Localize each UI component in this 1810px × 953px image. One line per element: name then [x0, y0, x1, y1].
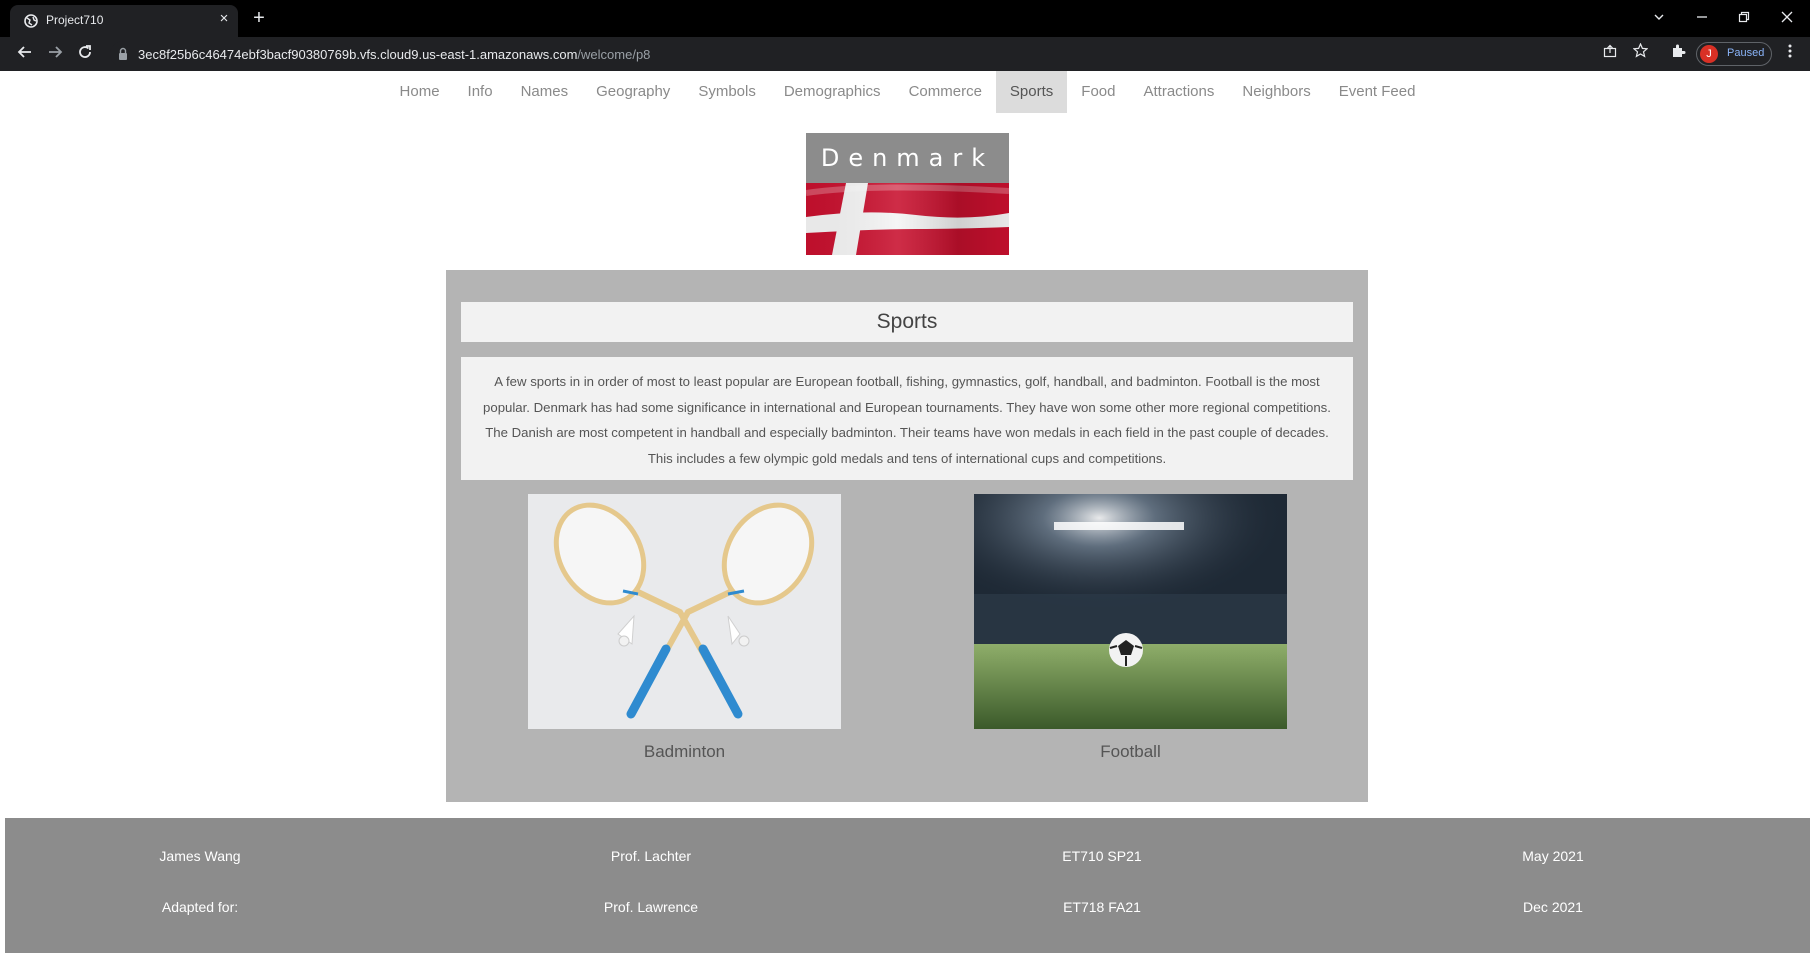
sports-panel: Sports A few sports in in order of most … [446, 270, 1368, 802]
footer-course: ET710 SP21 [1062, 848, 1142, 864]
site-nav: Home Info Names Geography Symbols Demogr… [5, 71, 1810, 113]
url-host: 3ec8f25b6c46474ebf3bacf90380769b.vfs.clo… [138, 47, 578, 62]
footer-date: May 2021 [1522, 848, 1584, 864]
globe-icon [24, 14, 38, 28]
footer-adapted-course: ET718 FA21 [1063, 899, 1141, 915]
reload-icon[interactable] [73, 42, 97, 66]
badminton-image [528, 494, 841, 729]
new-tab-button[interactable]: + [249, 8, 269, 28]
footer-adapted-label: Adapted for: [161, 899, 239, 915]
back-arrow-icon[interactable] [13, 42, 37, 66]
browser-window: Project710 × + 3ec8f25b6c46474ebf3bacf90… [0, 0, 1810, 953]
restore-icon[interactable] [1730, 6, 1758, 30]
browser-toolbar: 3ec8f25b6c46474ebf3bacf90380769b.vfs.clo… [0, 37, 1810, 71]
window-close-icon[interactable] [1773, 6, 1801, 30]
tab-close-icon[interactable]: × [215, 10, 233, 28]
minimize-icon[interactable] [1688, 6, 1716, 30]
nav-commerce[interactable]: Commerce [895, 71, 996, 113]
extensions-icon[interactable] [1666, 42, 1690, 66]
section-description: A few sports in in order of most to leas… [461, 357, 1353, 480]
address-bar[interactable]: 3ec8f25b6c46474ebf3bacf90380769b.vfs.clo… [110, 41, 1710, 67]
browser-tab[interactable]: Project710 × [10, 5, 238, 37]
lock-icon [119, 47, 127, 60]
figure-caption-football: Football [1100, 742, 1161, 761]
url-path: /welcome/p8 [577, 47, 651, 62]
tab-title: Project710 [46, 13, 104, 27]
denmark-flag-image [806, 183, 1009, 255]
avatar: J [1700, 45, 1718, 63]
footer-professor: Prof. Lachter [610, 848, 692, 864]
nav-info[interactable]: Info [454, 71, 507, 113]
nav-neighbors[interactable]: Neighbors [1228, 71, 1324, 113]
star-icon[interactable] [1628, 42, 1652, 66]
nav-attractions[interactable]: Attractions [1129, 71, 1228, 113]
url-text: 3ec8f25b6c46474ebf3bacf90380769b.vfs.clo… [138, 47, 650, 62]
forward-arrow-icon[interactable] [43, 42, 67, 66]
nav-sports[interactable]: Sports [995, 71, 1068, 113]
footer-adapted-date: Dec 2021 [1523, 899, 1583, 915]
page-content: Home Info Names Geography Symbols Demogr… [5, 71, 1810, 953]
nav-event-feed[interactable]: Event Feed [1325, 71, 1430, 113]
footer-author: James Wang [159, 848, 241, 864]
football-image [974, 494, 1287, 729]
profile-button[interactable]: J Paused [1696, 42, 1772, 66]
country-title: Denmark [806, 133, 1009, 183]
section-title: Sports [461, 302, 1353, 342]
footer-adapted-professor: Prof. Lawrence [603, 899, 699, 915]
nav-food[interactable]: Food [1067, 71, 1129, 113]
figure-caption-badminton: Badminton [643, 742, 726, 761]
page-footer: James Wang Prof. Lachter ET710 SP21 May … [5, 818, 1810, 953]
share-icon[interactable] [1598, 42, 1622, 66]
kebab-menu-icon[interactable] [1780, 42, 1800, 66]
nav-symbols[interactable]: Symbols [684, 71, 770, 113]
tab-bar: Project710 × + [0, 0, 1810, 37]
profile-status: Paused [1727, 47, 1765, 59]
nav-demographics[interactable]: Demographics [770, 71, 895, 113]
chevron-down-icon[interactable] [1645, 6, 1673, 30]
nav-home[interactable]: Home [386, 71, 454, 113]
nav-geography[interactable]: Geography [582, 71, 684, 113]
nav-names[interactable]: Names [507, 71, 583, 113]
country-banner: Denmark [806, 133, 1009, 255]
